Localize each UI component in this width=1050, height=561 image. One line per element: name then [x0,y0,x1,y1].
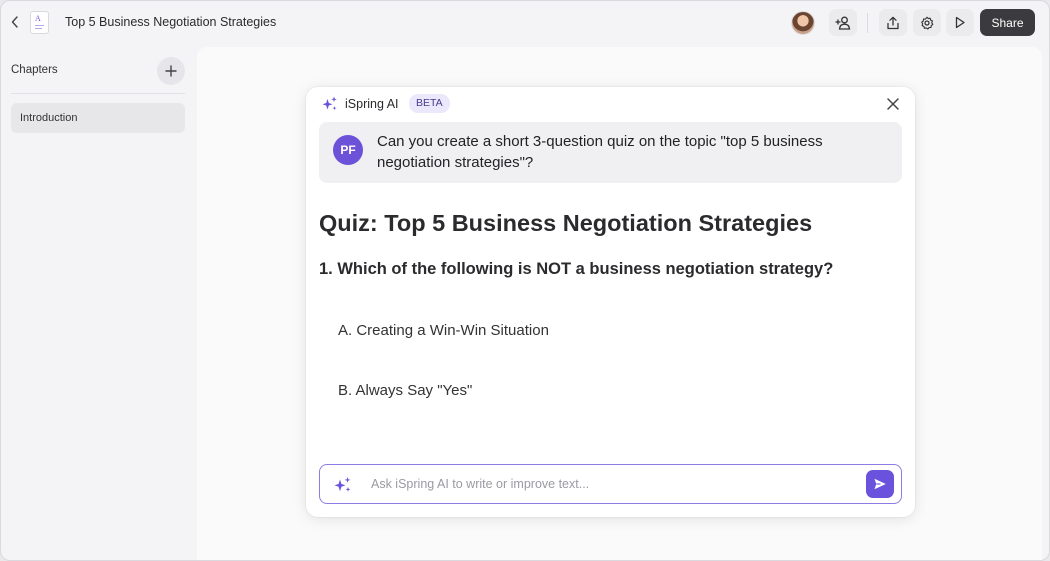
gear-icon [921,16,934,30]
ai-prompt-input-box [319,464,902,504]
export-button[interactable] [879,9,907,36]
preview-button[interactable] [946,9,974,36]
chapters-sidebar: Chapters Introduction [1,45,197,560]
ai-panel-title: iSpring AI [345,97,399,111]
document-title: Top 5 Business Negotiation Strategies [65,15,277,29]
settings-button[interactable] [913,9,941,36]
play-icon [955,16,965,29]
toolbar-divider [867,13,868,33]
sparkle-icon [322,96,337,111]
ai-prompt-input[interactable] [371,473,851,495]
document-icon: A [30,11,49,34]
export-icon [887,16,899,29]
document-icon-letter: A [35,14,41,23]
ai-assistant-panel: iSpring AI BETA PF Can you create a shor… [306,87,915,517]
quiz-question: 1. Which of the following is NOT a busin… [319,260,834,278]
share-button[interactable]: Share [980,9,1035,36]
app-window: A Top 5 Business Negotiation Strategies [0,0,1050,561]
back-button[interactable] [7,13,23,31]
user-prompt-text: Can you create a short 3-question quiz o… [377,133,823,171]
add-user-icon [835,16,851,30]
close-icon[interactable] [885,96,901,112]
user-prompt-bubble: PF Can you create a short 3-question qui… [319,122,902,183]
add-collaborator-button[interactable] [829,9,857,36]
send-icon [874,478,886,490]
add-chapter-button[interactable] [157,57,185,85]
beta-badge: BETA [409,94,450,113]
top-bar: A Top 5 Business Negotiation Strategies [1,1,1049,45]
user-avatar[interactable] [791,11,815,35]
quiz-title: Quiz: Top 5 Business Negotiation Strateg… [319,210,813,236]
chapter-item-introduction[interactable]: Introduction [11,103,185,133]
send-button[interactable] [866,470,894,498]
chapters-heading: Chapters [11,64,58,76]
sidebar-divider [11,93,185,94]
quiz-option: B. Always Say "Yes" [338,382,473,399]
quiz-option: A. Creating a Win-Win Situation [338,322,549,339]
user-initials-avatar: PF [333,135,363,165]
chevron-left-icon [11,16,18,28]
plus-icon [165,65,177,77]
sparkle-icon [334,477,351,492]
